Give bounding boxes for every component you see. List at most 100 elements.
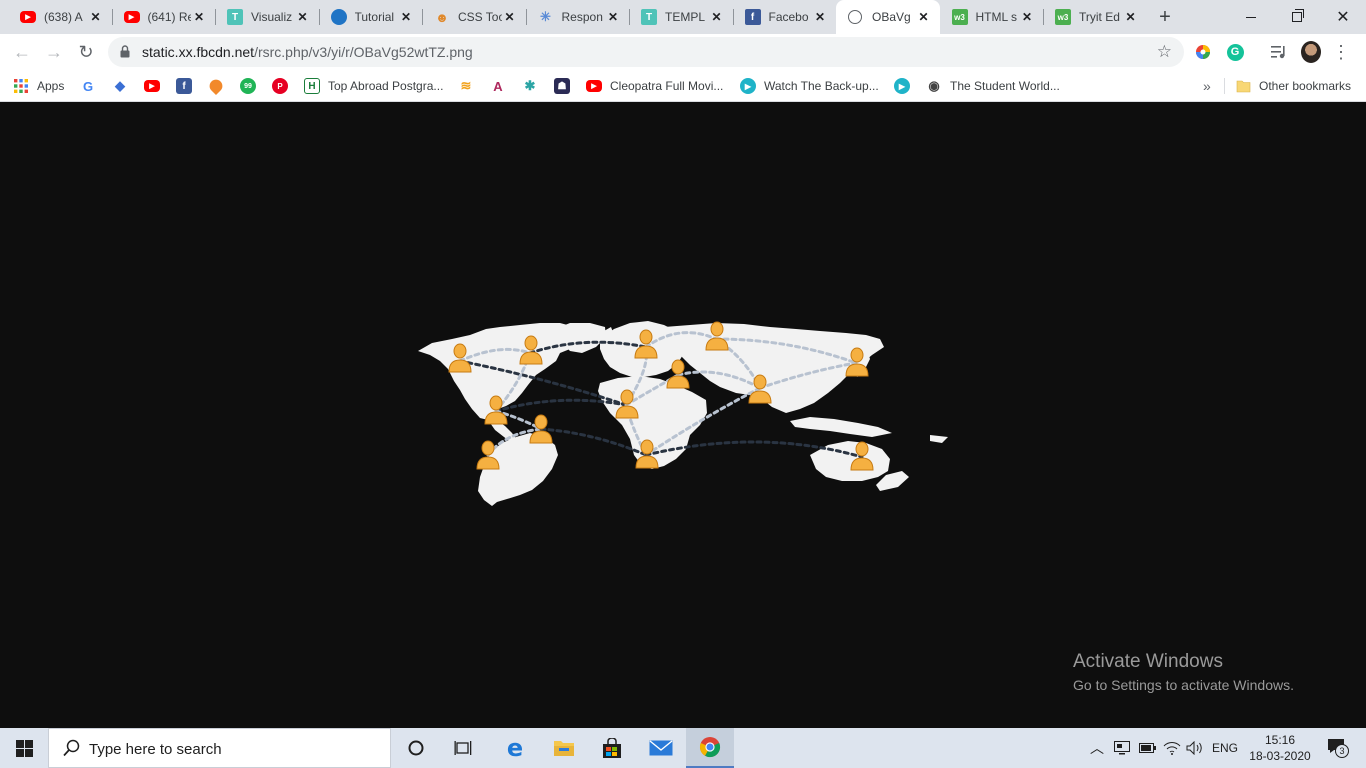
cortana-button[interactable] [392, 728, 440, 768]
tab[interactable]: ✳ Respon ✕ [525, 0, 630, 34]
bookmark-item[interactable]: ✱ [522, 76, 538, 96]
t-icon: T [641, 9, 657, 25]
bookmark-item[interactable]: G [80, 76, 96, 96]
action-center-button[interactable]: 3 [1322, 728, 1352, 768]
page-viewport: Activate Windows Go to Settings to activ… [0, 103, 1366, 728]
tab-close-icon[interactable]: ✕ [605, 9, 621, 25]
minimize-button[interactable] [1228, 0, 1274, 34]
tab-title: Tryit Ed [1079, 10, 1120, 24]
bookmark-item[interactable]: ≋ [458, 76, 474, 96]
profile-avatar[interactable] [1301, 41, 1321, 63]
chrome-taskbar-button[interactable] [686, 728, 734, 768]
tab[interactable]: ▶ (638) A ✕ [8, 0, 112, 34]
mail-icon [649, 740, 673, 756]
tab-close-icon[interactable]: ✕ [812, 9, 828, 25]
notification-icon: 3 [1327, 738, 1349, 758]
input-language-button[interactable]: ENG [1212, 728, 1238, 768]
bookmarks-bar: Apps » Other bookmarks G ◆ ▶ f 99 P H Top Abroa… [0, 70, 1366, 102]
tab[interactable]: T Visualiz ✕ [215, 0, 319, 34]
file-explorer-button[interactable] [540, 728, 588, 768]
taskbar-search-box[interactable]: Type here to search [48, 728, 391, 768]
network-button[interactable] [1163, 728, 1181, 768]
bookmark-item[interactable]: H Top Abroad Postgra... [304, 76, 443, 96]
reload-button[interactable]: ↻ [72, 38, 100, 66]
tabs: ▶ (638) A ✕ ▶ (641) Re ✕ T Visualiz ✕ Tutorial ✕ ☻ C… [8, 0, 1147, 34]
edge-taskbar-button[interactable]: e [491, 728, 539, 768]
address-bar[interactable]: static.xx.fbcdn.net/rsrc.php/v3/yi/r/OBa… [108, 37, 1184, 67]
tab-close-icon[interactable]: ✕ [502, 9, 518, 25]
remote-desktop-icon [1114, 741, 1130, 755]
watermark-title: Activate Windows [1073, 651, 1223, 672]
minimize-icon [1246, 16, 1256, 18]
bookmark-item[interactable]: ▶ [894, 76, 910, 96]
grammarly-extension-icon[interactable]: G [1225, 42, 1245, 62]
close-icon: ✕ [1336, 9, 1350, 26]
bookmark-item[interactable]: ◆ [112, 76, 128, 96]
tab[interactable]: f Facebo ✕ [732, 0, 837, 34]
tray-app-icon[interactable] [1114, 728, 1130, 768]
tab[interactable]: w3 HTML s ✕ [940, 0, 1044, 34]
bookmarks-overflow-button[interactable]: » [1203, 76, 1211, 96]
more-vertical-icon: ⋮ [1332, 41, 1350, 62]
other-bookmarks-folder[interactable]: Other bookmarks [1236, 76, 1351, 96]
tab-active[interactable]: OBaVg ✕ [836, 0, 940, 34]
clock-button[interactable]: 15:16 18-03-2020 [1244, 732, 1316, 764]
store-button[interactable] [588, 728, 636, 768]
tab[interactable]: ▶ (641) Re ✕ [111, 0, 216, 34]
new-tab-button[interactable]: + [1153, 5, 1177, 29]
show-hidden-icons-button[interactable]: ︿ [1090, 728, 1104, 768]
tab-close-icon[interactable]: ✕ [398, 9, 414, 25]
mail-button[interactable] [637, 728, 685, 768]
battery-icon [1139, 743, 1156, 753]
tab[interactable]: ☻ CSS Too ✕ [422, 0, 526, 34]
url-path: /rsrc.php/v3/yi/r/OBaVg52wtTZ.png [254, 44, 473, 60]
tab[interactable]: w3 Tryit Ed ✕ [1043, 0, 1147, 34]
tab[interactable]: T TEMPL ✕ [629, 0, 733, 34]
reload-icon: ↻ [78, 41, 94, 62]
back-button[interactable]: ← [8, 38, 36, 66]
overflow-chevron-icon: » [1203, 78, 1211, 94]
bookmark-item[interactable]: ☗ [554, 76, 570, 96]
close-window-button[interactable]: ✕ [1320, 0, 1366, 34]
bookmark-item[interactable]: 99 [240, 76, 256, 96]
bookmark-apps[interactable]: Apps [14, 76, 64, 96]
facebook-icon: f [176, 78, 192, 94]
bookmark-item[interactable]: ◉ The Student World... [926, 76, 1060, 96]
watermark-subtitle: Go to Settings to activate Windows. [1073, 677, 1294, 693]
tab-close-icon[interactable]: ✕ [191, 9, 207, 25]
pinterest-icon: P [272, 78, 288, 94]
battery-button[interactable] [1139, 728, 1156, 768]
tab-close-icon[interactable]: ✕ [295, 9, 311, 25]
color-wheel-extension-icon[interactable] [1193, 42, 1213, 62]
forward-arrow-icon: → [45, 41, 63, 62]
start-button[interactable] [0, 728, 48, 768]
forward-button[interactable]: → [40, 38, 68, 66]
bookmark-label: The Student World... [950, 79, 1060, 93]
media-queue-icon[interactable] [1269, 42, 1289, 62]
tab-close-icon[interactable]: ✕ [88, 9, 104, 25]
tab-close-icon[interactable]: ✕ [1123, 9, 1139, 25]
tab-title: (641) Re [147, 10, 192, 24]
chrome-menu-button[interactable]: ⋮ [1331, 42, 1351, 62]
bookmark-item[interactable] [206, 76, 226, 96]
bookmark-item[interactable]: ▶ [144, 76, 160, 96]
bookmark-item[interactable]: ▶ Cleopatra Full Movi... [586, 76, 723, 96]
other-bookmarks-label: Other bookmarks [1259, 79, 1352, 93]
folder-icon [1236, 80, 1251, 93]
indonesia-landmass [790, 417, 892, 437]
bookmark-item[interactable]: f [176, 76, 192, 96]
task-view-button[interactable] [440, 728, 488, 768]
bookmark-item[interactable]: ▶ Watch The Back-up... [740, 76, 879, 96]
tab-close-icon[interactable]: ✕ [916, 9, 932, 25]
bookmark-item[interactable]: A [490, 76, 506, 96]
bookmark-apps-label: Apps [37, 79, 65, 93]
restore-button[interactable] [1274, 0, 1320, 34]
tab-close-icon[interactable]: ✕ [1019, 9, 1035, 25]
chrome-icon [699, 737, 721, 758]
bookmark-item[interactable]: P [272, 76, 288, 96]
volume-button[interactable] [1186, 728, 1204, 768]
tab[interactable]: Tutorial ✕ [318, 0, 423, 34]
search-icon [63, 739, 80, 757]
tab-close-icon[interactable]: ✕ [709, 9, 725, 25]
bookmark-star-icon[interactable]: ☆ [1157, 42, 1172, 62]
